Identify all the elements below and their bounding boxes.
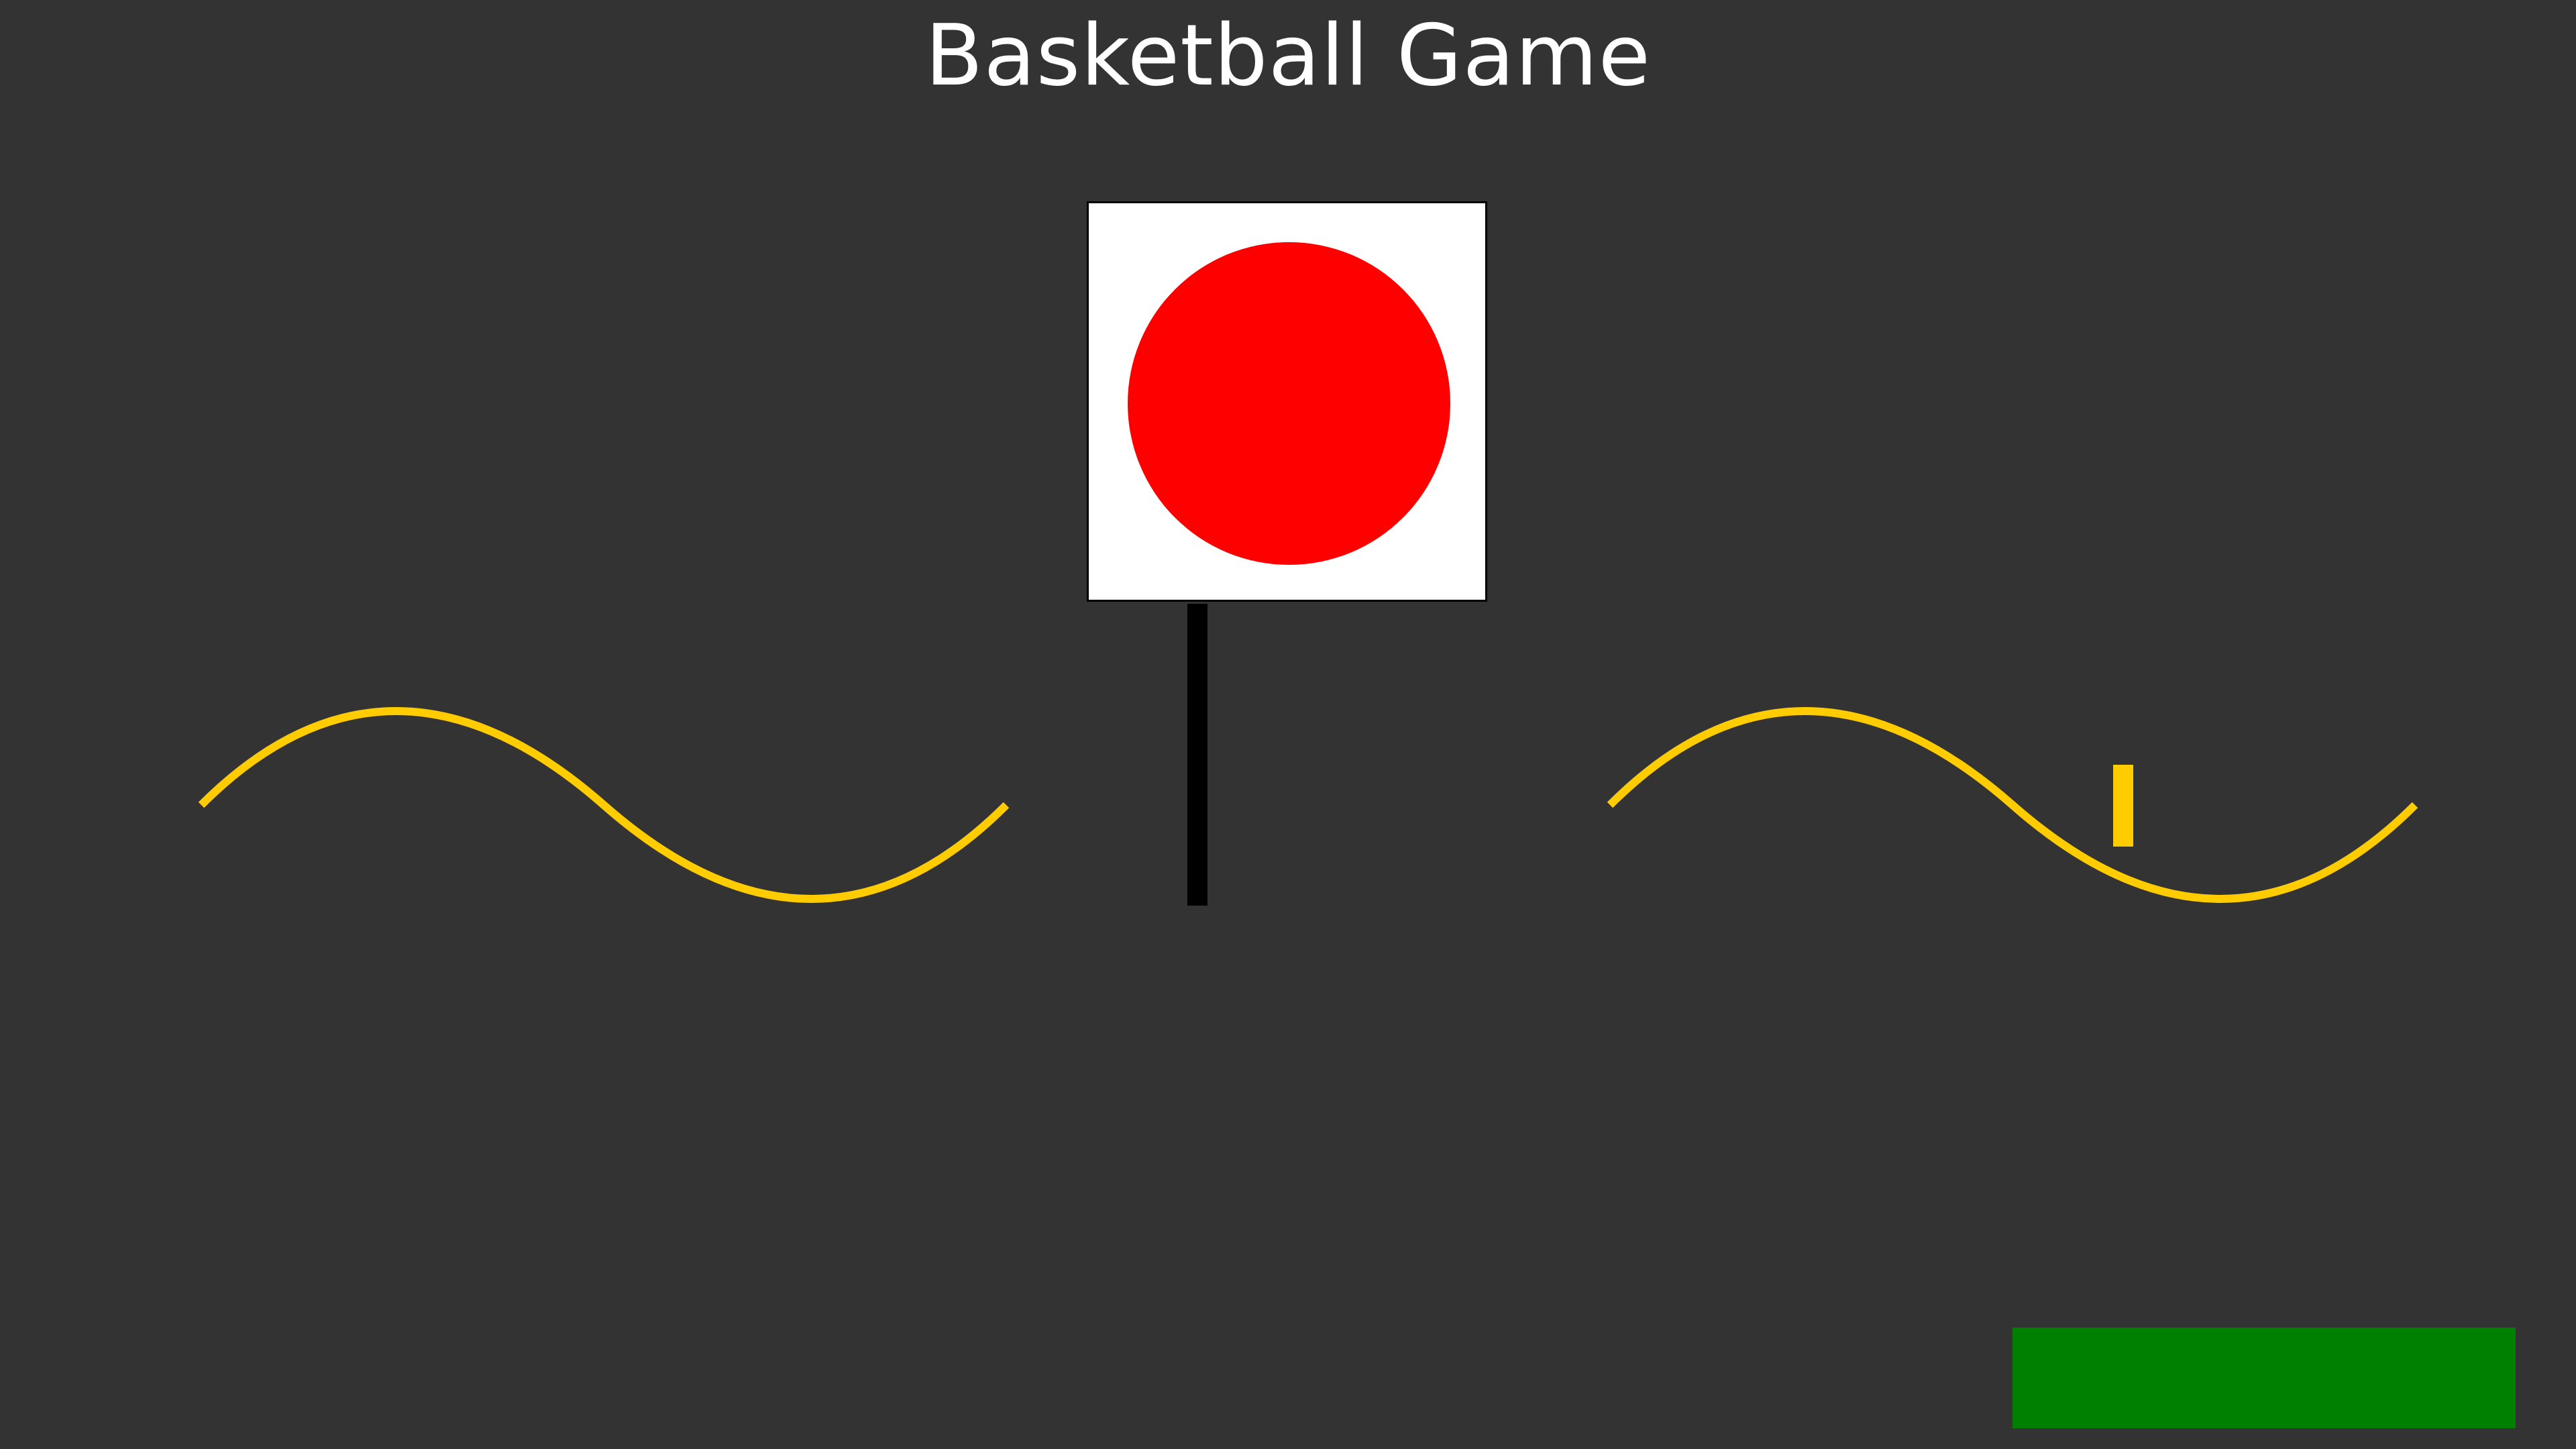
game-stage: Basketball Game [0,0,2576,1449]
right-wave-path [1607,707,2418,903]
score-marker [2113,765,2133,847]
action-button[interactable] [2012,1328,2516,1428]
right-wave [1607,707,2418,903]
